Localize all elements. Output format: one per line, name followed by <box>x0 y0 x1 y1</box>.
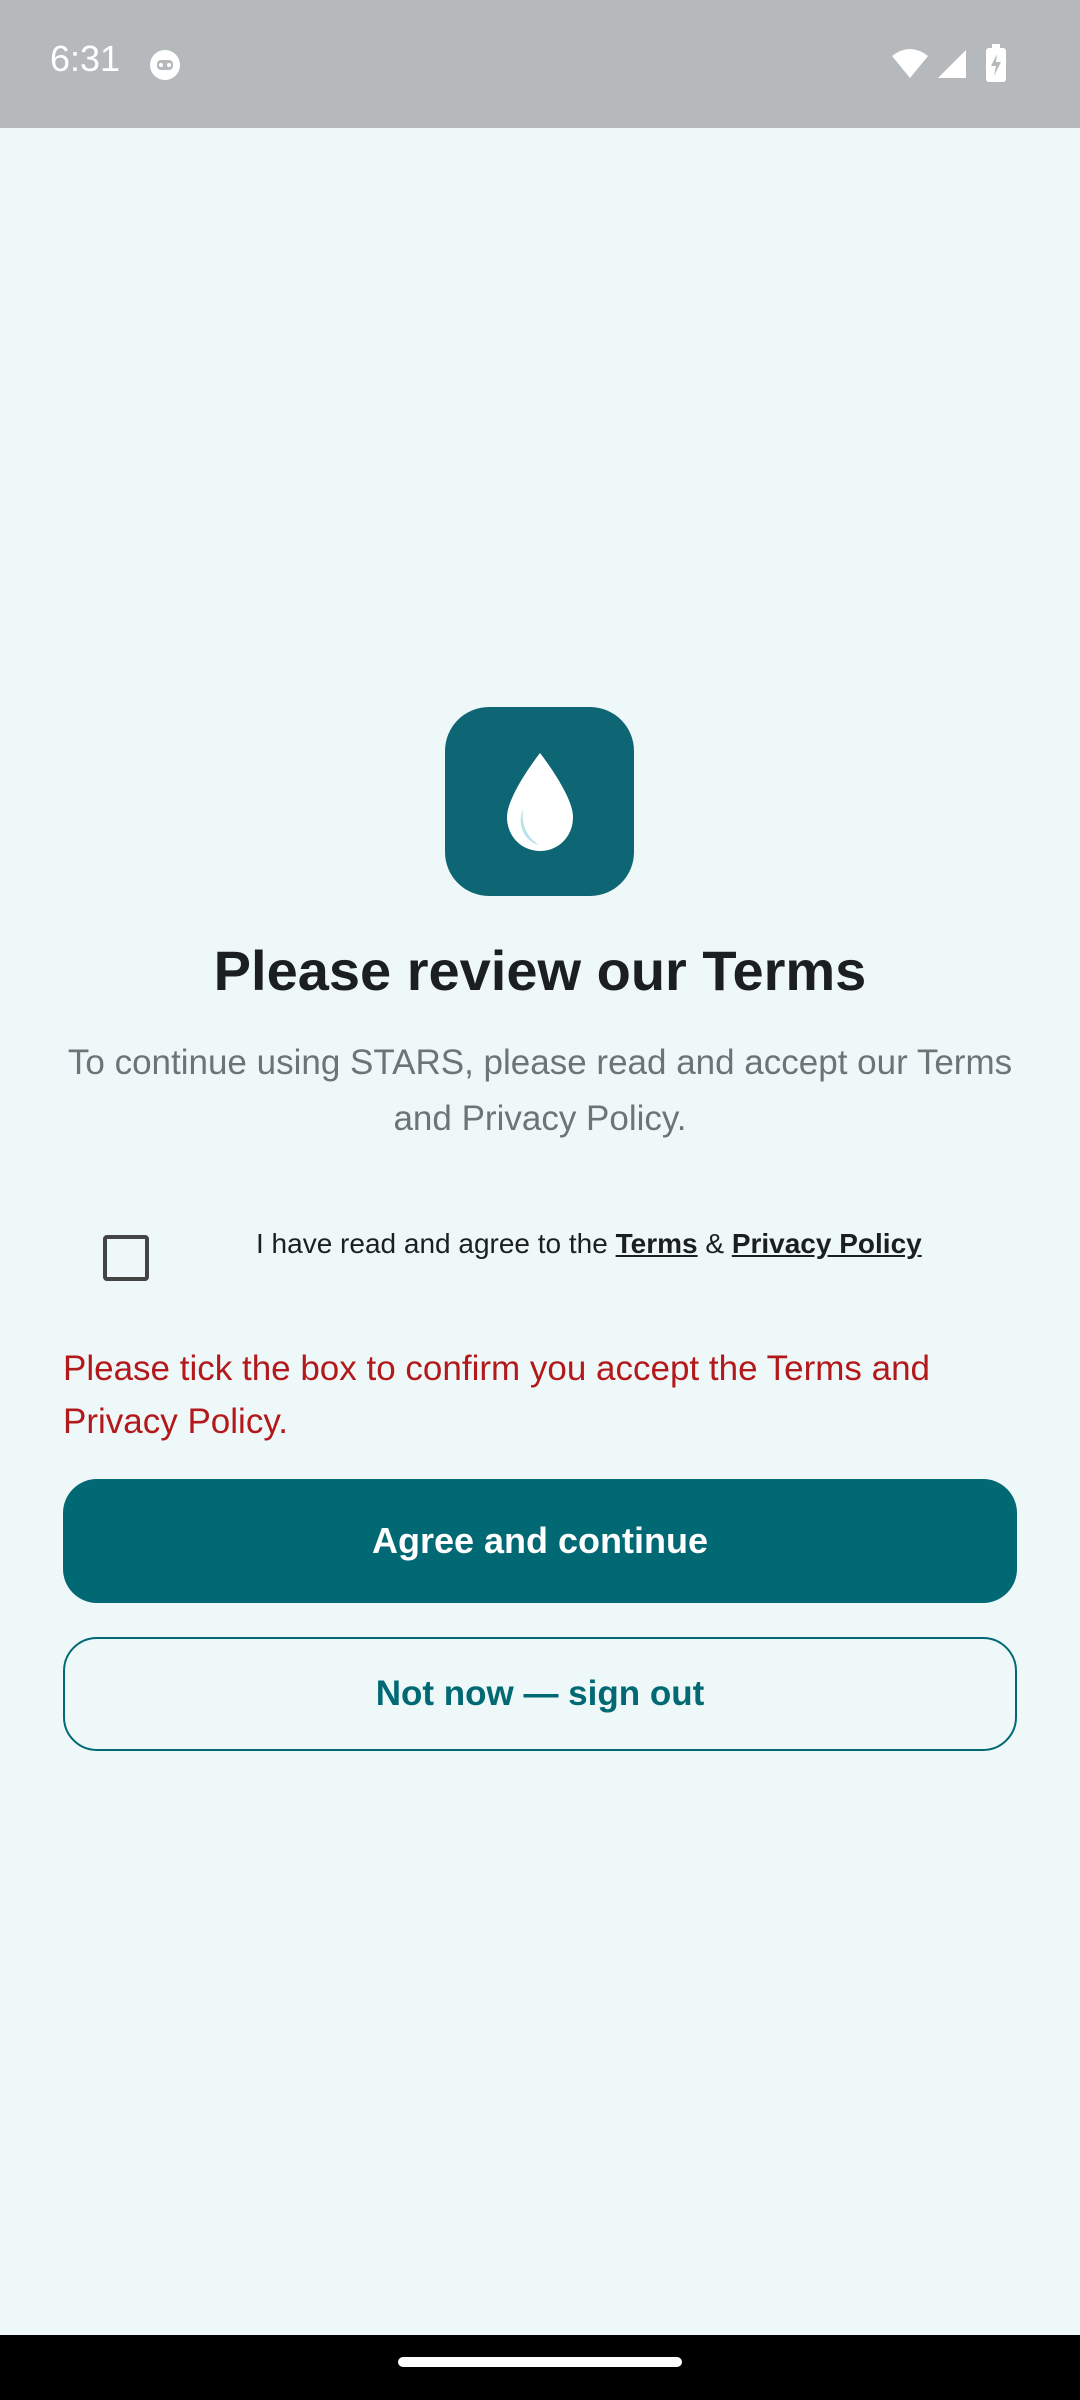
water-drop-icon <box>507 753 573 851</box>
page-title: Please review our Terms <box>213 939 867 1002</box>
home-gesture-handle[interactable] <box>398 2357 682 2367</box>
wifi-icon <box>892 49 928 78</box>
error-message: Please tick the box to confirm you accep… <box>63 1349 931 1441</box>
app-notification-icon <box>150 50 180 80</box>
consent-separator: & <box>697 1228 732 1259</box>
page-subtitle: To continue using STARS, please read and… <box>67 1043 1013 1138</box>
terms-checkbox[interactable] <box>103 1235 149 1281</box>
status-time: 6:31 <box>50 38 121 79</box>
consent-prefix: I have read and agree to the <box>256 1228 616 1259</box>
terms-link[interactable]: Terms <box>616 1228 698 1259</box>
system-nav-bar <box>0 2335 1080 2400</box>
app-logo <box>445 707 634 896</box>
battery-charging-icon <box>986 44 1006 82</box>
privacy-policy-link[interactable]: Privacy Policy <box>732 1228 922 1259</box>
sign-out-button[interactable]: Not now — sign out <box>63 1637 1017 1751</box>
cell-signal-icon <box>938 50 966 78</box>
agree-and-continue-button[interactable]: Agree and continue <box>63 1479 1017 1603</box>
status-bar: 6:31 <box>0 0 1080 128</box>
consent-label: I have read and agree to the Terms & Pri… <box>256 1228 1016 1260</box>
